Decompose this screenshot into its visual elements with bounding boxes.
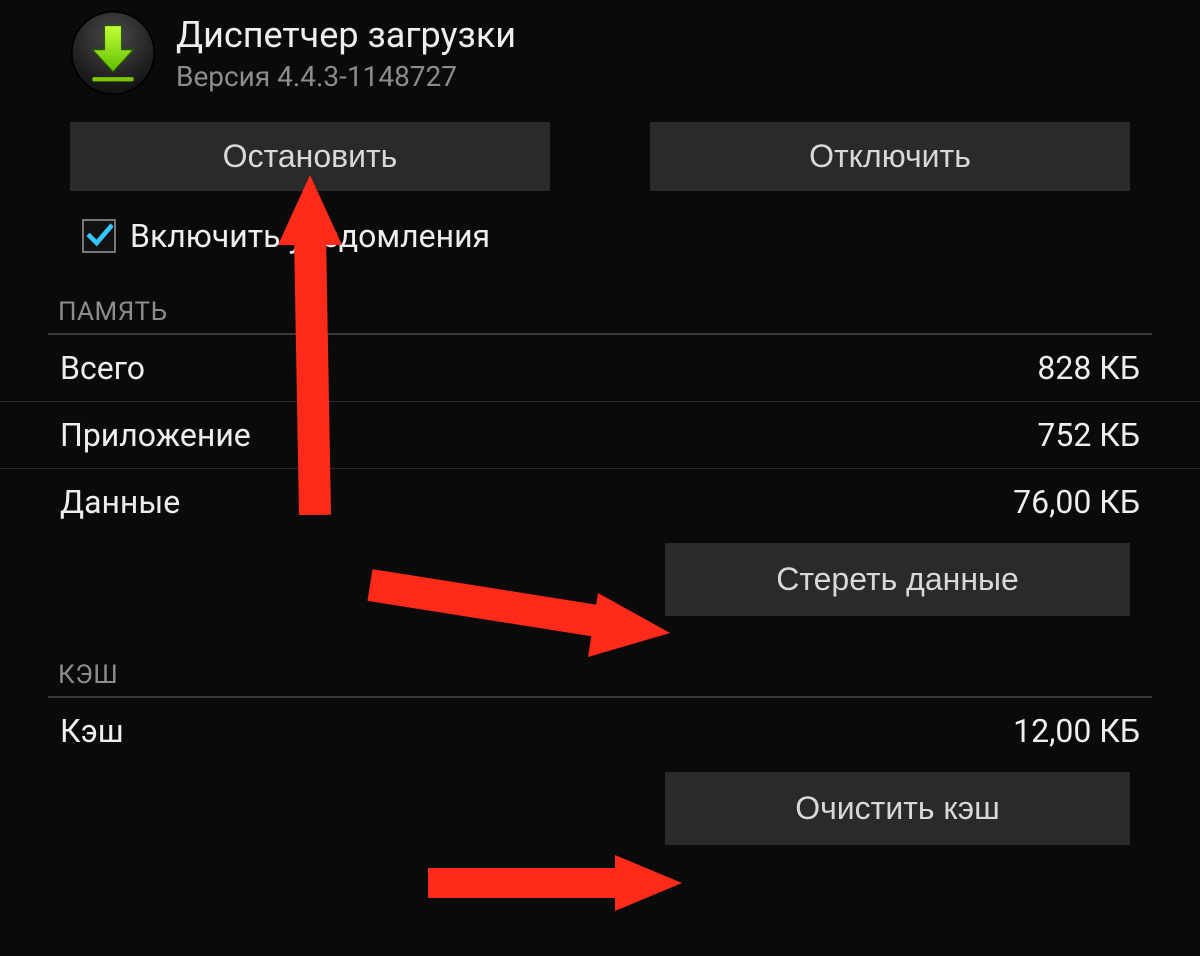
clear-data-button[interactable]: Стереть данные xyxy=(665,543,1130,616)
notifications-checkbox-icon xyxy=(82,219,116,253)
memory-app-row: Приложение 752 КБ xyxy=(0,402,1200,469)
section-cache-header: КЭШ xyxy=(48,642,1152,698)
section-memory-header: ПАМЯТЬ xyxy=(48,279,1152,335)
memory-data-row: Данные 76,00 КБ xyxy=(0,469,1200,535)
memory-app-label: Приложение xyxy=(60,416,251,454)
cache-row: Кэш 12,00 КБ xyxy=(0,698,1200,764)
memory-total-row: Всего 828 КБ xyxy=(0,335,1200,402)
notifications-label: Включить уведомления xyxy=(130,217,490,255)
app-header: Диспетчер загрузки Версия 4.4.3-1148727 xyxy=(0,0,1200,116)
disable-button[interactable]: Отключить xyxy=(650,122,1130,191)
memory-data-label: Данные xyxy=(60,483,180,521)
cache-label: Кэш xyxy=(60,712,124,750)
cache-value: 12,00 КБ xyxy=(1013,712,1140,750)
memory-total-value: 828 КБ xyxy=(1037,349,1140,387)
notifications-checkbox-row[interactable]: Включить уведомления xyxy=(0,207,1200,279)
memory-total-label: Всего xyxy=(60,349,145,387)
clear-cache-button[interactable]: Очистить кэш xyxy=(665,772,1130,845)
app-version: Версия 4.4.3-1148727 xyxy=(176,60,516,93)
memory-data-value: 76,00 КБ xyxy=(1013,483,1140,521)
memory-app-value: 752 КБ xyxy=(1037,416,1140,454)
stop-button[interactable]: Остановить xyxy=(70,122,550,191)
app-title: Диспетчер загрузки xyxy=(176,14,516,56)
download-app-icon xyxy=(70,10,156,96)
